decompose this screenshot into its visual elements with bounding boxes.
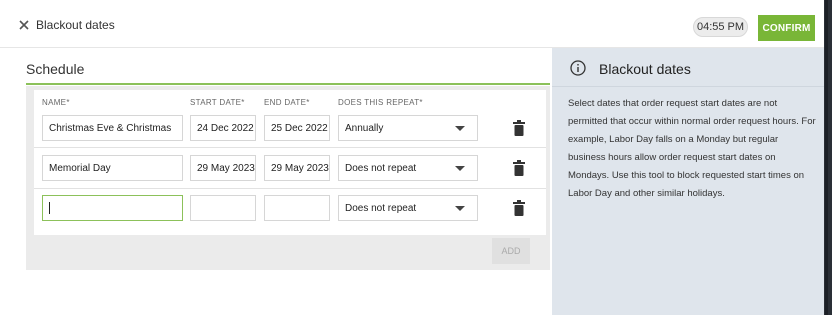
page-title: Blackout dates — [36, 18, 115, 32]
info-title: Blackout dates — [599, 61, 691, 77]
start-date-input[interactable]: 24 Dec 2022 — [190, 115, 256, 141]
close-icon — [19, 20, 29, 30]
trash-icon[interactable] — [513, 160, 525, 176]
start-date-input[interactable] — [190, 195, 256, 221]
info-description: Select dates that order request start da… — [568, 98, 816, 199]
end-date-input[interactable]: 29 May 2023 — [264, 155, 330, 181]
repeat-select[interactable]: Does not repeat — [338, 195, 478, 221]
end-date-input[interactable] — [264, 195, 330, 221]
trash-icon[interactable] — [513, 120, 525, 136]
name-input[interactable]: Memorial Day — [42, 155, 183, 181]
repeat-select-value: Does not repeat — [345, 162, 417, 174]
confirm-button[interactable]: CONFIRM — [758, 15, 815, 41]
chevron-down-icon — [455, 206, 465, 211]
chevron-down-icon — [455, 126, 465, 131]
name-input[interactable]: Christmas Eve & Christmas — [42, 115, 183, 141]
start-date-input[interactable]: 29 May 2023 — [190, 155, 256, 181]
column-header-end-date: END DATE* — [264, 98, 310, 107]
end-date-input[interactable]: 25 Dec 2022 — [264, 115, 330, 141]
column-header-start-date: START DATE* — [190, 98, 245, 107]
info-icon — [570, 60, 586, 76]
name-input[interactable] — [42, 195, 183, 221]
repeat-select[interactable]: Does not repeat — [338, 155, 478, 181]
repeat-select-value: Annually — [345, 122, 384, 134]
top-bar: Blackout dates 04:55 PM CONFIRM — [0, 0, 824, 48]
chevron-down-icon — [455, 166, 465, 171]
close-button[interactable]: Blackout dates — [18, 18, 115, 32]
row-divider — [34, 188, 546, 189]
info-divider — [552, 86, 824, 87]
column-header-name: NAME* — [42, 98, 70, 107]
schedule-panel: Schedule NAME* START DATE* END DATE* DOE… — [12, 48, 552, 315]
section-divider — [26, 83, 550, 85]
row-divider — [34, 147, 546, 148]
column-header-repeat: DOES THIS REPEAT* — [338, 98, 423, 107]
trash-icon[interactable] — [513, 200, 525, 216]
repeat-select[interactable]: Annually — [338, 115, 478, 141]
time-badge: 04:55 PM — [693, 17, 748, 37]
section-title: Schedule — [26, 61, 85, 77]
text-cursor — [49, 202, 50, 214]
repeat-select-value: Does not repeat — [345, 202, 417, 214]
window-edge — [824, 0, 832, 315]
add-button[interactable]: ADD — [492, 238, 530, 264]
info-panel: Blackout dates Select dates that order r… — [552, 48, 824, 315]
